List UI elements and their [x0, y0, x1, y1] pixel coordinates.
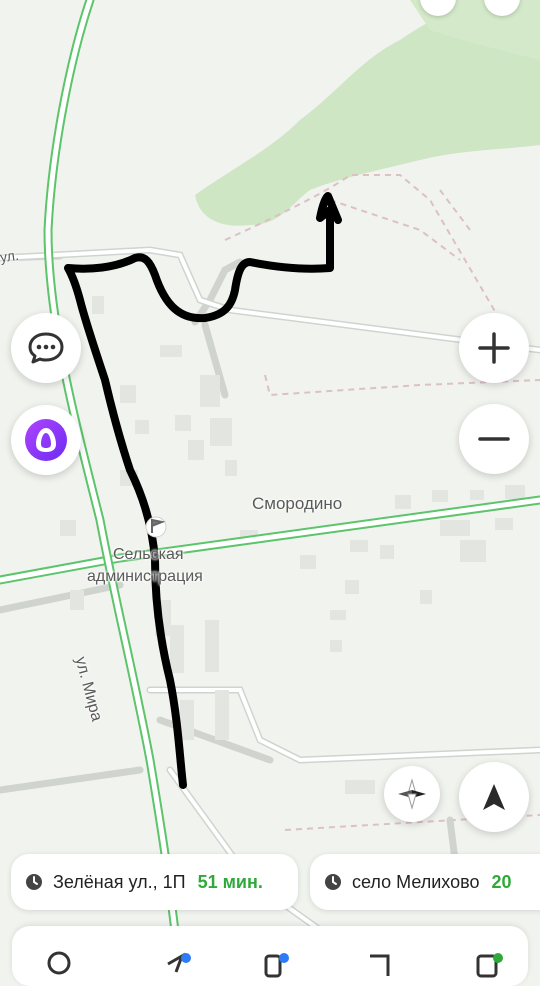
- clock-icon: [26, 874, 42, 890]
- bookmark-icon[interactable]: [364, 950, 394, 980]
- zoom-in-button[interactable]: [459, 313, 529, 383]
- destination-eta: 51 мин.: [197, 871, 263, 892]
- poi-flag-icon: [145, 516, 167, 538]
- transport-icon[interactable]: [262, 950, 292, 980]
- clock-icon: [325, 874, 341, 890]
- compass-button[interactable]: [384, 766, 440, 822]
- destination-eta: 20: [491, 871, 512, 892]
- destination-name: Зелёная ул., 1П: [53, 871, 186, 892]
- chat-button[interactable]: [11, 313, 81, 383]
- navigation-arrow-icon: [483, 784, 505, 810]
- route-drawing: [64, 192, 342, 789]
- poi-label-line2: администрация: [87, 568, 203, 585]
- partial-street-label: ул.: [0, 246, 20, 266]
- minus-icon: [478, 437, 510, 441]
- compass-icon: [398, 778, 426, 810]
- locate-button[interactable]: [459, 762, 529, 832]
- chat-bubble-icon: [28, 332, 64, 364]
- destination-chip-2[interactable]: село Мелихово 20: [310, 854, 540, 910]
- menu-icon[interactable]: [474, 950, 504, 980]
- assistant-button[interactable]: [11, 405, 81, 475]
- buildings: [60, 296, 525, 794]
- map-canvas[interactable]: [0, 0, 540, 960]
- destination-name: село Мелихово: [352, 871, 480, 892]
- navigator-icon[interactable]: [162, 950, 192, 980]
- destination-chip-1[interactable]: Зелёная ул., 1П 51 мин.: [11, 854, 298, 910]
- bottom-tab-bar: [12, 926, 528, 986]
- poi-label-line1: Сельская: [113, 546, 184, 563]
- zoom-out-button[interactable]: [459, 404, 529, 474]
- alice-assistant-icon: [25, 419, 67, 461]
- place-label: Смородино: [252, 494, 343, 513]
- search-icon[interactable]: [46, 950, 76, 980]
- plus-icon: [478, 332, 510, 364]
